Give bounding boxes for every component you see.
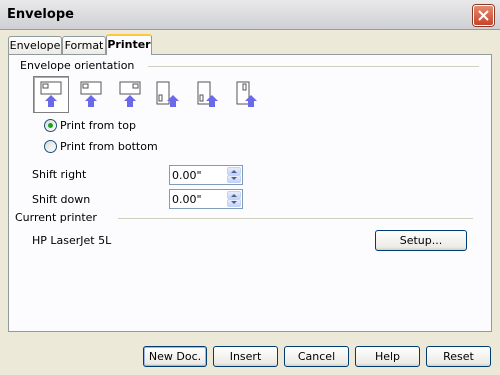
window-title: Envelope (7, 7, 74, 22)
insert-button[interactable]: Insert (213, 346, 278, 367)
print-from-top-label[interactable]: Print from top (60, 119, 136, 132)
section-divider (148, 66, 479, 67)
help-button[interactable]: Help (355, 346, 420, 367)
shift-right-input[interactable] (172, 167, 222, 183)
tab-envelope[interactable]: Envelope (8, 36, 62, 54)
section-divider (118, 218, 473, 219)
print-from-top-radio[interactable] (44, 119, 57, 132)
shift-down-field[interactable] (169, 189, 243, 209)
shift-down-spinner[interactable] (227, 191, 241, 207)
radio-selected-dot (48, 123, 53, 128)
orientation-option-4[interactable] (155, 80, 183, 110)
print-from-bottom-label[interactable]: Print from bottom (60, 140, 158, 153)
new-doc-button[interactable]: New Doc. (143, 346, 207, 367)
envelope-orientation-icon (40, 81, 62, 107)
spin-up-icon[interactable] (227, 191, 241, 199)
orientation-option-6[interactable] (233, 80, 261, 110)
shift-right-field[interactable] (169, 165, 243, 185)
spin-up-icon[interactable] (227, 167, 241, 175)
spin-down-icon[interactable] (227, 199, 241, 207)
envelope-orientation-icon (236, 81, 257, 107)
shift-down-input[interactable] (172, 191, 222, 207)
setup-button[interactable]: Setup... (375, 230, 467, 251)
close-icon (478, 10, 489, 21)
envelope-orientation-icon (197, 81, 218, 107)
printer-name: HP LaserJet 5L (32, 234, 112, 247)
envelope-orientation-label: Envelope orientation (20, 59, 135, 72)
tab-printer[interactable]: Printer (106, 34, 152, 55)
title-bar: Envelope (0, 0, 500, 30)
envelope-orientation-icon (119, 81, 141, 107)
print-from-bottom-radio[interactable] (44, 140, 57, 153)
spin-down-icon[interactable] (227, 175, 241, 183)
close-button[interactable] (473, 5, 494, 26)
shift-right-label: Shift right (32, 168, 87, 181)
shift-right-spinner[interactable] (227, 167, 241, 183)
orientation-option-2[interactable] (77, 80, 105, 110)
orientation-option-3[interactable] (116, 80, 144, 110)
current-printer-label: Current printer (15, 211, 97, 224)
envelope-orientation-icon (80, 81, 102, 107)
shift-down-label: Shift down (32, 193, 91, 206)
reset-button[interactable]: Reset (426, 346, 491, 367)
orientation-option-1[interactable] (33, 76, 69, 113)
tab-format[interactable]: Format (62, 36, 106, 54)
orientation-option-5[interactable] (194, 80, 222, 110)
envelope-orientation-icon (156, 81, 179, 107)
cancel-button[interactable]: Cancel (284, 346, 349, 367)
